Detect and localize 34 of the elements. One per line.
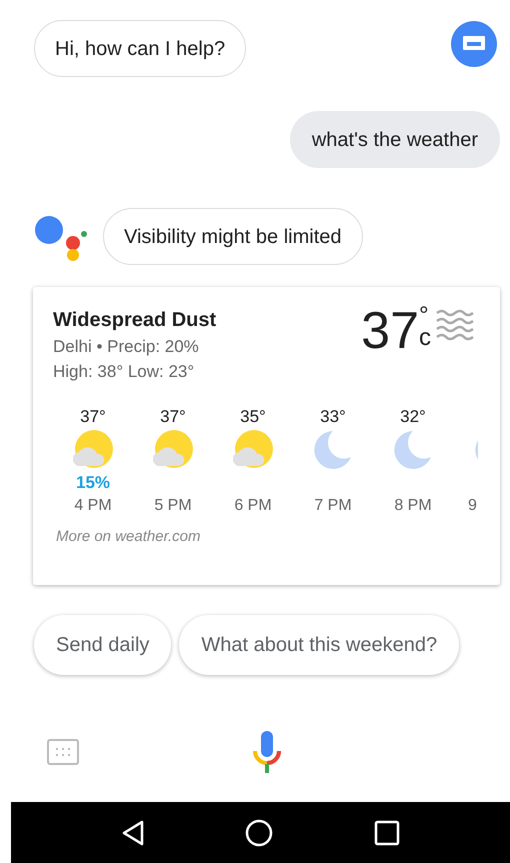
- moon-icon: [313, 430, 353, 470]
- home-button[interactable]: [245, 818, 274, 846]
- hour-temperature: 33°: [320, 406, 346, 428]
- assistant-message: Hi, how can I help?: [34, 20, 246, 77]
- current-temperature: 37: [361, 305, 419, 357]
- precipitation-chance: 15%: [76, 472, 110, 494]
- hour-label: 4 PM: [74, 496, 112, 516]
- user-message: what's the weather: [290, 111, 500, 168]
- partly-cloudy-icon: [233, 430, 273, 470]
- hour-label: 8 PM: [394, 496, 432, 516]
- hour-label: 9: [468, 496, 477, 516]
- location-text: Delhi • Precip: 20%: [53, 336, 200, 358]
- suggestion-chip[interactable]: What about this weekend?: [179, 615, 460, 675]
- partly-cloudy-icon: [153, 430, 193, 470]
- suggestion-chip[interactable]: Send daily: [34, 615, 172, 675]
- hour-label: 5 PM: [154, 496, 192, 516]
- microphone-button[interactable]: [252, 731, 282, 773]
- temperature-unit: c: [419, 326, 431, 348]
- hour-temperature: 32°: [400, 406, 426, 428]
- recent-apps-button[interactable]: [374, 820, 400, 846]
- partly-cloudy-icon: [73, 430, 113, 470]
- high-low-text: High: 38° Low: 23°: [53, 360, 196, 383]
- moon-icon: [393, 430, 433, 470]
- hour-temperature: 37°: [160, 406, 186, 428]
- hour-temperature: 37°: [80, 406, 106, 428]
- keyboard-button[interactable]: [450, 20, 498, 68]
- back-button[interactable]: [121, 818, 146, 846]
- source-link[interactable]: More on weather.com: [56, 526, 480, 549]
- hour-label: 6 PM: [234, 496, 272, 516]
- hour-label: 7 PM: [314, 496, 352, 516]
- hour-temperature: 35°: [240, 406, 266, 428]
- weather-condition: Widespread Dust: [53, 308, 216, 333]
- degree-symbol: °: [419, 305, 430, 327]
- assistant-message: Visibility might be limited: [103, 208, 362, 265]
